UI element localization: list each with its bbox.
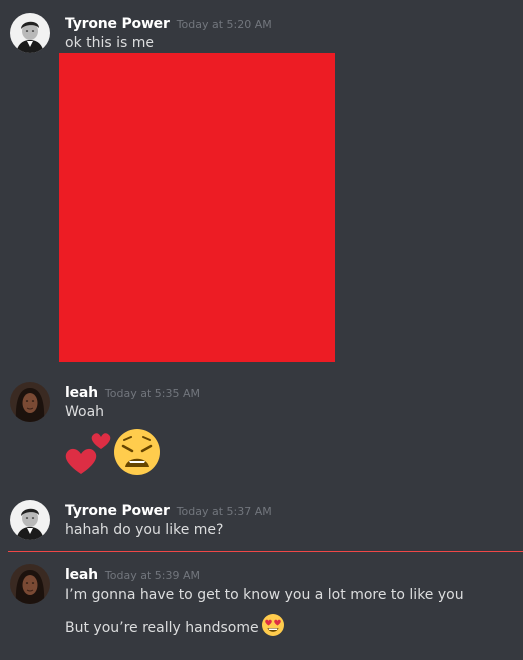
message-header: leah Today at 5:35 AM xyxy=(65,382,200,402)
message-text: I’m gonna have to get to know you a lot … xyxy=(65,587,464,603)
heart-eyes-face-icon xyxy=(261,613,285,641)
two-hearts-icon xyxy=(65,433,111,474)
username[interactable]: leah xyxy=(65,567,98,583)
avatar[interactable] xyxy=(10,13,50,53)
message-text: But you’re really handsome xyxy=(65,620,259,636)
message-text: ok this is me xyxy=(65,35,155,51)
emoji-message xyxy=(63,428,163,478)
new-messages-divider xyxy=(8,551,523,552)
message-header: Tyrone Power Today at 5:20 AM xyxy=(65,13,272,33)
avatar[interactable] xyxy=(10,500,50,540)
image-attachment[interactable] xyxy=(59,53,335,362)
timestamp: Today at 5:20 AM xyxy=(176,18,272,31)
username[interactable]: Tyrone Power xyxy=(65,503,170,519)
message-header: leah Today at 5:39 AM xyxy=(65,564,200,584)
timestamp: Today at 5:39 AM xyxy=(104,569,200,582)
chat-message-list: Tyrone Power Today at 5:20 AM ok this is … xyxy=(0,0,523,660)
avatar[interactable] xyxy=(10,564,50,604)
username[interactable]: Tyrone Power xyxy=(65,16,170,32)
message-header: Tyrone Power Today at 5:37 AM xyxy=(65,500,272,520)
weary-face-icon xyxy=(114,429,160,475)
message-text: hahah do you like me? xyxy=(65,522,224,538)
timestamp: Today at 5:35 AM xyxy=(104,387,200,400)
message-text: Woah xyxy=(65,404,105,420)
timestamp: Today at 5:37 AM xyxy=(176,505,272,518)
avatar[interactable] xyxy=(10,382,50,422)
message-text-line: But you’re really handsome xyxy=(65,613,285,641)
username[interactable]: leah xyxy=(65,385,98,401)
